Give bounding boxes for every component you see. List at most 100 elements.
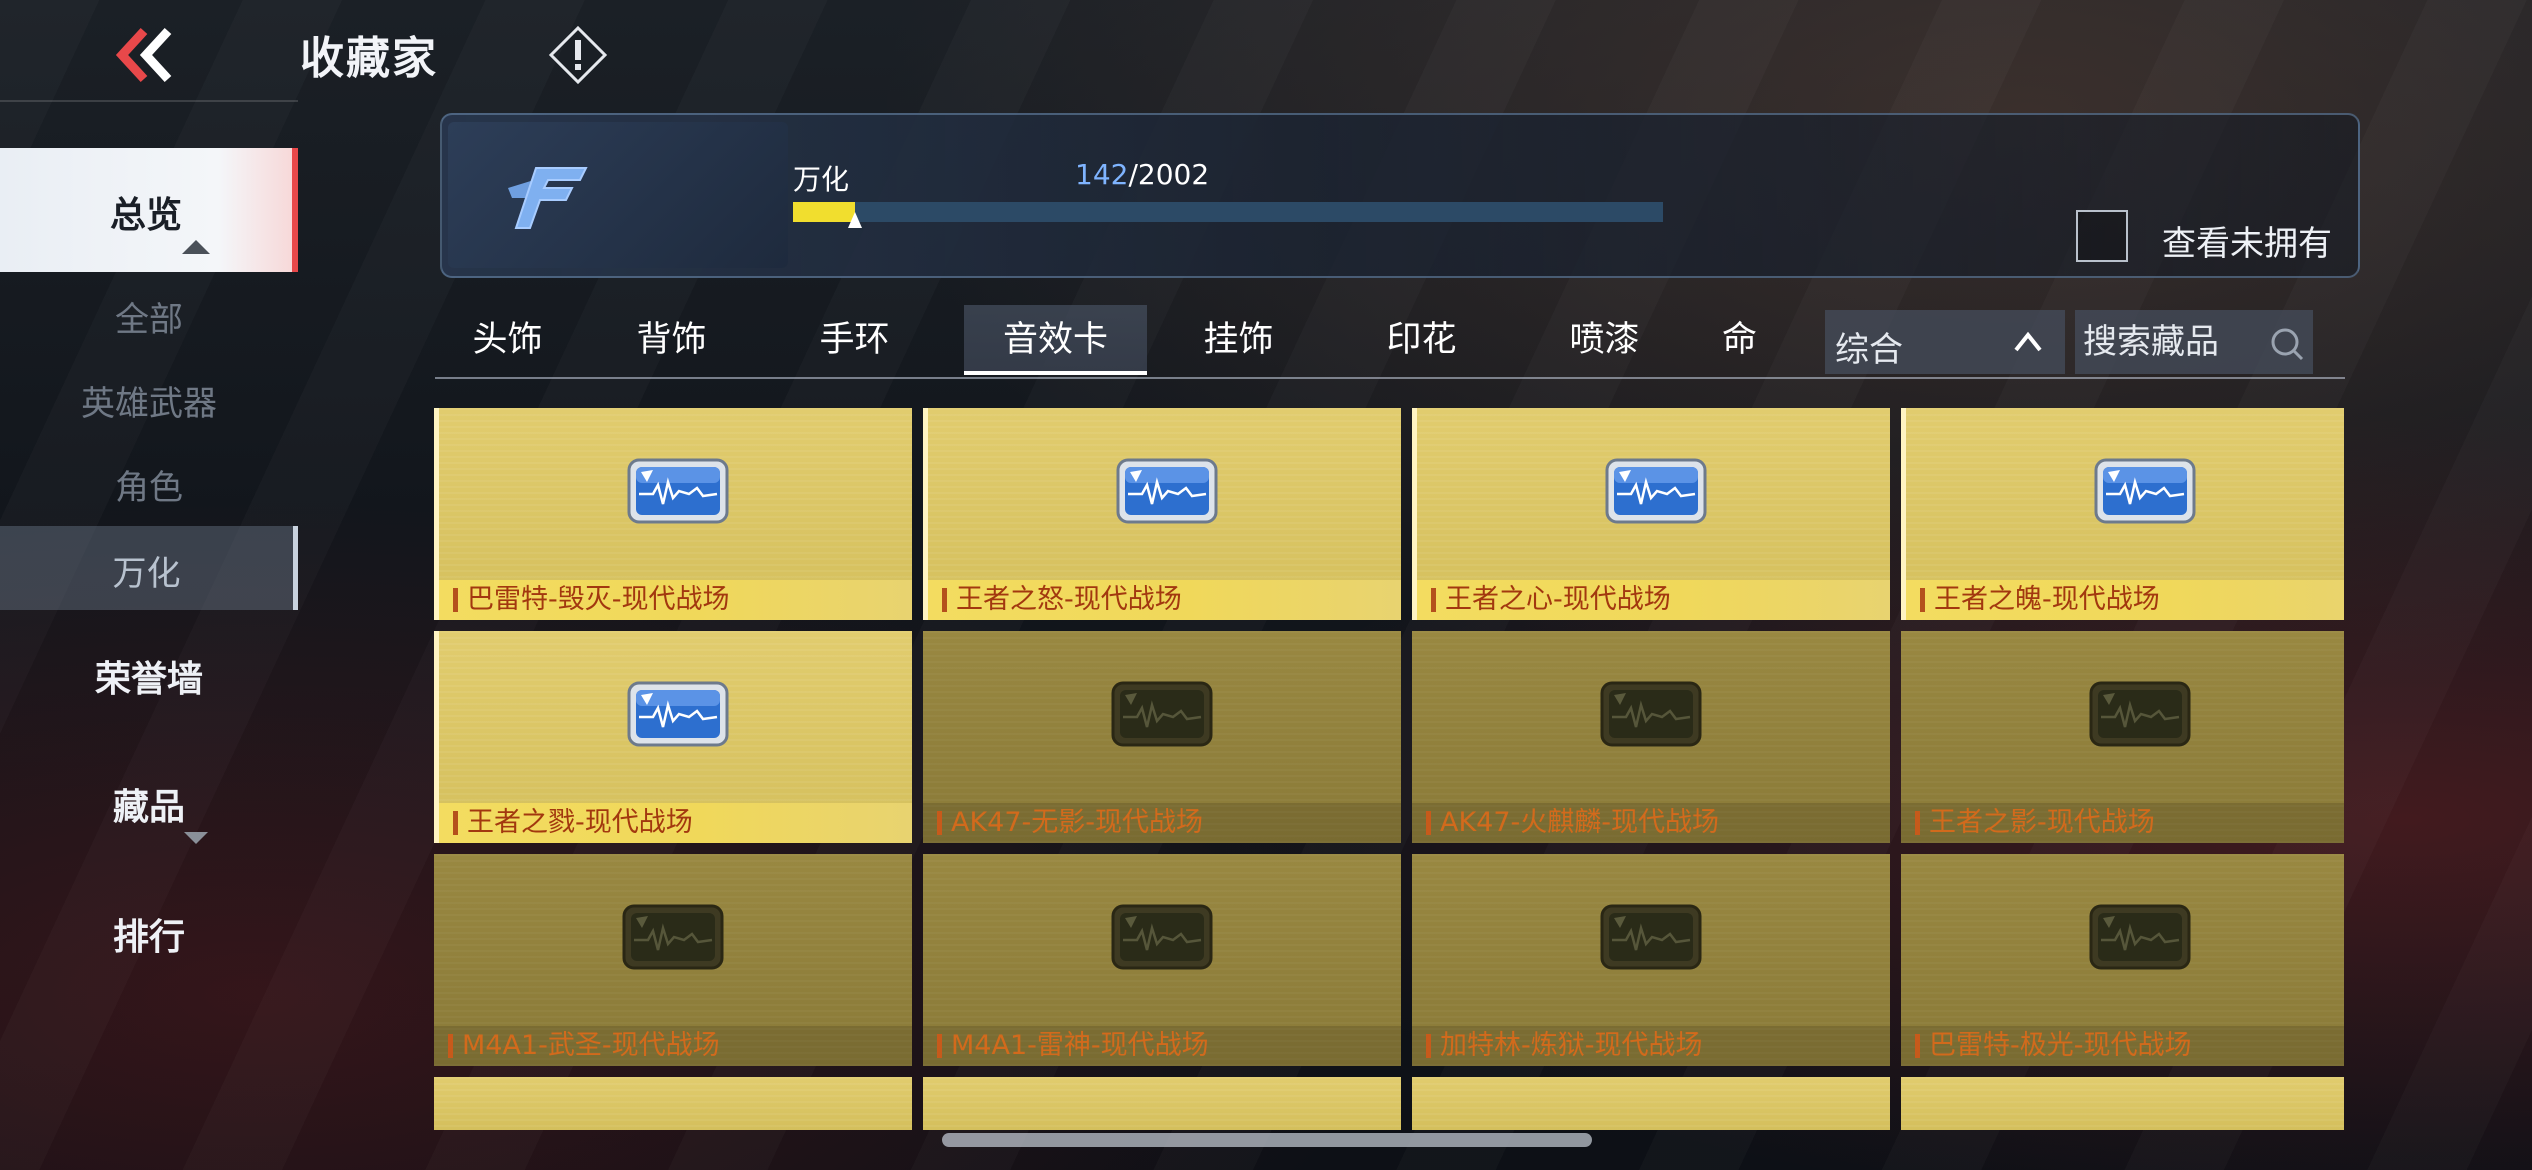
item-card-partial[interactable] (923, 1077, 1401, 1130)
item-name-bar: 巴雷特-极光-现代战场 (1901, 1026, 2344, 1066)
tab-back-accessory[interactable]: 背饰 (580, 305, 763, 375)
tab-sound-card[interactable]: 音效卡 (964, 305, 1147, 375)
sidebar-item-collection[interactable]: 藏品 (0, 778, 298, 830)
item-name-bar: M4A1-武圣-现代战场 (434, 1026, 912, 1066)
item-accent-mark (937, 1034, 942, 1058)
item-name: AK47-无影-现代战场 (951, 807, 1204, 838)
item-name: 巴雷特-极光-现代战场 (1929, 1030, 2192, 1061)
item-card-partial[interactable] (1901, 1077, 2344, 1130)
item-card[interactable]: AK47-火麒麟-现代战场 (1412, 631, 1890, 843)
item-accent-mark (937, 811, 942, 835)
show-unowned-checkbox[interactable] (2076, 210, 2128, 262)
header-divider (0, 100, 298, 102)
item-name-bar: 王者之魄-现代战场 (1906, 580, 2344, 620)
info-button[interactable] (548, 25, 608, 85)
caret-up-icon (182, 240, 210, 254)
item-name: 王者之心-现代战场 (1445, 584, 1671, 615)
progress-marker-icon (848, 212, 862, 228)
sound-card-icon (2094, 458, 2196, 524)
item-grid: 巴雷特-毁灭-现代战场 王者之怒-现代战场 王者之心-现代战场 王者之魄-现代战场 王者… (434, 408, 2344, 1130)
item-card[interactable]: M4A1-雷神-现代战场 (923, 854, 1401, 1066)
sidebar-subitem-all[interactable]: 全部 (0, 292, 298, 341)
item-name-bar: 王者之影-现代战场 (1901, 803, 2344, 843)
tab-pendant[interactable]: 挂饰 (1147, 305, 1330, 375)
sidebar-subitem-hero-weapons[interactable]: 英雄武器 (0, 376, 298, 425)
scroll-indicator[interactable] (942, 1133, 1592, 1147)
item-accent-mark (1920, 588, 1925, 612)
sidebar-item-honor-wall[interactable]: 荣誉墙 (0, 650, 298, 702)
item-name-bar: 加特林-炼狱-现代战场 (1412, 1026, 1890, 1066)
item-card[interactable]: 王者之心-现代战场 (1412, 408, 1890, 620)
item-card-partial[interactable] (434, 1077, 912, 1130)
search-icon[interactable] (2269, 326, 2305, 362)
item-name: AK47-火麒麟-现代战场 (1440, 807, 1720, 838)
item-name: 加特林-炼狱-现代战场 (1440, 1030, 1703, 1061)
item-name-bar: 王者之怒-现代战场 (928, 580, 1401, 620)
sound-card-icon (1116, 458, 1218, 524)
progress-track (793, 202, 1663, 222)
tabs-underline (435, 377, 2345, 379)
sort-dropdown[interactable]: 综合 (1825, 310, 2065, 374)
sound-card-icon (1111, 681, 1213, 747)
item-name: 王者之怒-现代战场 (956, 584, 1182, 615)
show-unowned-toggle[interactable]: 查看未拥有 (2076, 210, 2450, 266)
item-name: 巴雷特-毁灭-现代战场 (467, 584, 730, 615)
item-card[interactable]: AK47-无影-现代战场 (923, 631, 1401, 843)
sound-card-icon (627, 681, 729, 747)
item-card-partial[interactable] (1412, 1077, 1890, 1130)
search-box[interactable] (2075, 310, 2313, 374)
sound-card-icon (2089, 681, 2191, 747)
cf-logo-icon (500, 158, 592, 238)
sound-card-icon (1605, 458, 1707, 524)
sidebar-item-ranking[interactable]: 排行 (0, 908, 298, 960)
item-accent-mark (1431, 588, 1436, 612)
item-card[interactable]: 王者之影-现代战场 (1901, 631, 2344, 843)
search-input[interactable] (2083, 320, 2263, 364)
item-name: 王者之戮-现代战场 (467, 807, 693, 838)
item-accent-mark (942, 588, 947, 612)
tab-headwear[interactable]: 头饰 (435, 305, 580, 375)
item-card[interactable]: 加特林-炼狱-现代战场 (1412, 854, 1890, 1066)
logo-background (448, 122, 788, 268)
show-unowned-label: 查看未拥有 (2162, 224, 2332, 264)
item-card[interactable]: 王者之魄-现代战场 (1901, 408, 2344, 620)
progress-label: 万化 (793, 163, 850, 196)
item-name-bar: 巴雷特-毁灭-现代战场 (439, 580, 912, 620)
item-card[interactable]: 巴雷特-极光-现代战场 (1901, 854, 2344, 1066)
item-name: M4A1-武圣-现代战场 (462, 1030, 720, 1061)
sound-card-icon (2089, 904, 2191, 970)
tab-more[interactable]: 命 (1696, 305, 1845, 375)
item-name-bar: AK47-无影-现代战场 (923, 803, 1401, 843)
progress-fill (793, 202, 855, 222)
item-card[interactable]: 王者之怒-现代战场 (923, 408, 1401, 620)
progress-total: /2002 (1128, 158, 1210, 191)
progress-count: 142/2002 (1075, 158, 1209, 191)
progress-current: 142 (1075, 158, 1129, 191)
item-accent-mark (453, 588, 458, 612)
sidebar-subitem-wanhua[interactable]: 万化 (0, 526, 298, 610)
item-accent-mark (453, 811, 458, 835)
sidebar-subitem-characters[interactable]: 角色 (0, 460, 298, 509)
back-button[interactable] (110, 25, 180, 85)
item-name-bar: 王者之心-现代战场 (1417, 580, 1890, 620)
caret-down-icon (184, 832, 208, 844)
item-accent-mark (1426, 1034, 1431, 1058)
tab-spray[interactable]: 喷漆 (1513, 305, 1696, 375)
item-accent-mark (448, 1034, 453, 1058)
sound-card-icon (1600, 904, 1702, 970)
item-name-bar: AK47-火麒麟-现代战场 (1412, 803, 1890, 843)
tab-decal[interactable]: 印花 (1330, 305, 1513, 375)
sidebar-item-overview[interactable]: 总览 (0, 148, 298, 272)
item-card[interactable]: 王者之戮-现代战场 (434, 631, 912, 843)
item-accent-mark (1426, 811, 1431, 835)
item-card[interactable]: M4A1-武圣-现代战场 (434, 854, 912, 1066)
item-name-bar: M4A1-雷神-现代战场 (923, 1026, 1401, 1066)
tab-bracelet[interactable]: 手环 (763, 305, 946, 375)
item-card[interactable]: 巴雷特-毁灭-现代战场 (434, 408, 912, 620)
double-chevron-left-icon (115, 27, 172, 83)
sidebar-item-label: 总览 (109, 195, 182, 236)
sound-card-icon (622, 904, 724, 970)
page-title: 收藏家 (300, 33, 438, 84)
exclamation-diamond-icon (548, 25, 608, 85)
category-tabs: 头饰 背饰 手环 音效卡 挂饰 印花 喷漆 命 (435, 305, 1845, 377)
